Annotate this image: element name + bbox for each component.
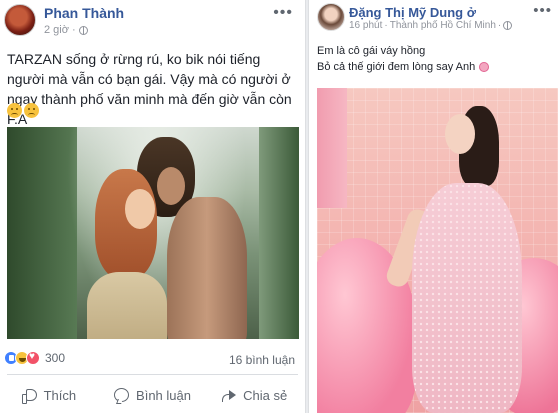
author-name[interactable]: Phan Thành bbox=[44, 5, 124, 21]
share-icon bbox=[221, 389, 237, 402]
post-time[interactable]: 2 giờ bbox=[44, 24, 69, 36]
like-label: Thích bbox=[43, 387, 77, 403]
sad-emoji-icon bbox=[24, 103, 39, 118]
post-text-line-2-text: Bỏ cả thế giới đem lòng say Anh bbox=[317, 61, 476, 73]
action-bar: Thích Bình luận Chia sẻ bbox=[0, 380, 305, 410]
image-woman-dress bbox=[87, 272, 167, 339]
post-image[interactable] bbox=[317, 88, 558, 413]
image-girl-face bbox=[445, 114, 475, 154]
post-card-right: Đặng Thị Mỹ Dung ở 16 phút · Thành phố H… bbox=[308, 0, 558, 413]
share-button[interactable]: Chia sẻ bbox=[203, 380, 305, 410]
divider bbox=[7, 374, 298, 375]
reaction-count[interactable]: 300 bbox=[45, 351, 65, 365]
image-man-face bbox=[157, 167, 185, 205]
more-options-button[interactable]: ••• bbox=[273, 4, 293, 22]
avatar[interactable] bbox=[4, 4, 36, 36]
post-meta: 2 giờ · bbox=[44, 24, 88, 36]
post-text-line-2: Bỏ cả thế giới đem lòng say Anh bbox=[317, 61, 490, 73]
author-name[interactable]: Đặng Thị Mỹ Dung ở bbox=[349, 5, 476, 20]
reactions-summary[interactable]: 300 bbox=[4, 351, 65, 365]
like-button[interactable]: Thích bbox=[0, 380, 102, 410]
share-label: Chia sẻ bbox=[243, 387, 288, 403]
globe-icon bbox=[503, 21, 513, 30]
globe-icon bbox=[78, 25, 88, 35]
separator-dot: · bbox=[71, 24, 76, 36]
post-text: TARZAN sống ở rừng rú, ko bik nói tiếng … bbox=[7, 51, 292, 127]
avatar[interactable] bbox=[317, 3, 345, 31]
post-time[interactable]: 16 phút bbox=[349, 20, 382, 31]
image-pink-shape-top bbox=[317, 88, 347, 208]
thumb-up-icon bbox=[21, 389, 37, 404]
image-girl-dress bbox=[412, 183, 522, 413]
post-text-line-1: Em là cô gái váy hồng bbox=[317, 45, 426, 57]
separator-dot: · bbox=[384, 20, 388, 31]
comment-button[interactable]: Bình luận bbox=[102, 380, 204, 410]
more-options-button[interactable]: ••• bbox=[533, 2, 552, 19]
image-forest-right bbox=[259, 127, 299, 339]
image-man-body bbox=[167, 197, 247, 339]
separator-dot: · bbox=[497, 20, 502, 31]
image-woman-face bbox=[125, 189, 155, 229]
location-link[interactable]: Thành phố Hồ Chí Minh bbox=[390, 20, 496, 31]
comment-icon bbox=[114, 388, 130, 402]
post-meta: 16 phút · Thành phố Hồ Chí Minh · bbox=[349, 20, 513, 31]
sad-emoji-icon bbox=[7, 103, 22, 118]
post-card-left: Phan Thành 2 giờ · ••• TARZAN sống ở rừn… bbox=[0, 0, 306, 413]
comment-label: Bình luận bbox=[136, 387, 191, 403]
emoji-line bbox=[7, 103, 39, 118]
love-reaction-icon bbox=[26, 351, 40, 365]
flower-emoji-icon bbox=[479, 62, 490, 72]
post-image[interactable] bbox=[7, 127, 299, 339]
comment-count[interactable]: 16 bình luận bbox=[229, 353, 295, 367]
